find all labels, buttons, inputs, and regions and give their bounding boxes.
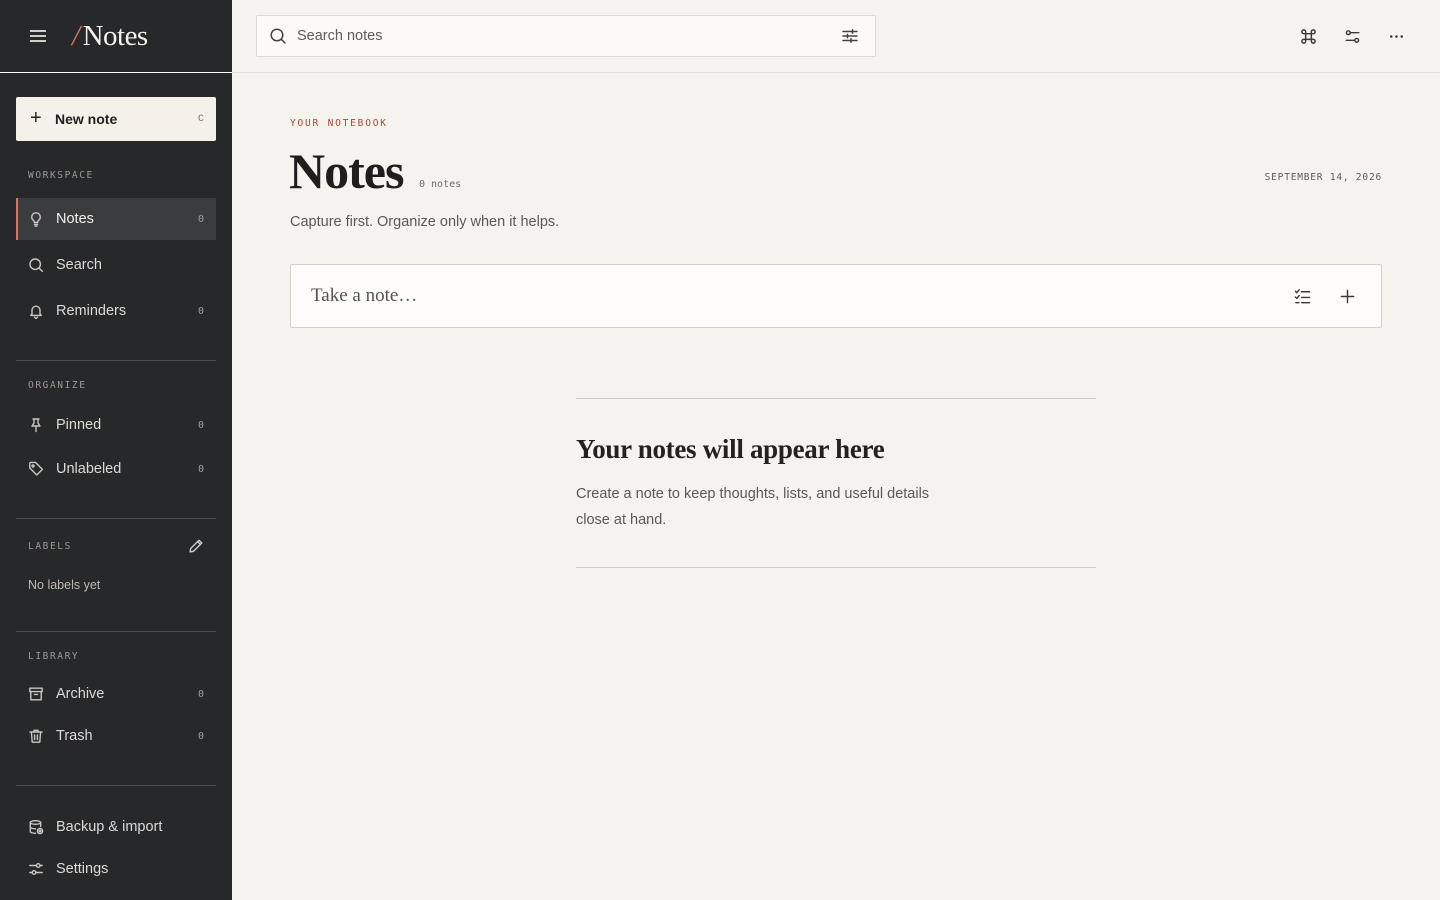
section-title-library: LIBRARY [28,651,80,662]
checklist-icon[interactable] [1292,286,1312,306]
topbar [232,0,1440,73]
sidebar-item-label: Pinned [56,417,102,433]
sidebar-item-notes[interactable]: Notes 0 [16,198,216,240]
menu-icon[interactable] [30,29,46,43]
current-date: SEPTEMBER 14, 2026 [1264,172,1382,183]
app-name: Notes [82,19,149,52]
sidebar-item-label: Trash [56,728,93,744]
page-title: Notes [289,143,404,199]
lightbulb-icon [28,211,44,227]
toggle-settings-icon[interactable] [1342,26,1362,46]
sidebar-item-count: 0 [197,688,204,700]
bell-icon [28,303,44,319]
section-title-organize: ORGANIZE [28,380,87,391]
more-icon[interactable] [1386,26,1406,46]
sidebar-header: / Notes [0,0,232,73]
sidebar-item-count: 0 [197,730,204,742]
sidebar-item-unlabeled[interactable]: Unlabeled 0 [16,448,216,490]
sidebar-divider [16,360,216,361]
sidebar-item-label: Notes [56,211,94,227]
sidebar-item-count: 0 [197,305,204,317]
add-icon[interactable] [1337,286,1357,306]
archive-icon [28,686,44,702]
filter-sliders-icon[interactable] [841,27,859,45]
note-composer[interactable] [290,264,1382,328]
empty-state-bottom-rule [576,567,1096,568]
new-note-button[interactable]: + New note C [16,97,216,141]
sidebar-item-label: Unlabeled [56,461,122,477]
tag-icon [28,461,44,477]
pin-icon [28,417,44,433]
empty-state-title: Your notes will appear here [576,434,885,464]
sidebar-item-pinned[interactable]: Pinned 0 [16,404,216,446]
section-title-workspace: WORKSPACE [28,170,94,181]
logo-slash: / [72,19,80,52]
sidebar-item-label: Backup & import [56,819,163,835]
sidebar-item-count: 0 [197,463,204,475]
sidebar-item-search[interactable]: Search [16,244,216,286]
sidebar-item-trash[interactable]: Trash 0 [16,715,216,757]
sliders-icon [28,861,44,877]
sidebar-divider [16,631,216,632]
sidebar: / Notes + New note C WORKSPACE Notes 0 S… [0,0,232,900]
sidebar-item-settings[interactable]: Settings [16,848,216,890]
database-icon [28,819,44,835]
take-note-input[interactable] [311,285,1267,307]
plus-icon: + [30,107,42,129]
sidebar-item-label: Reminders [56,303,127,319]
sidebar-item-backup-import[interactable]: Backup & import [16,806,216,848]
sidebar-item-archive[interactable]: Archive 0 [16,673,216,715]
edit-labels-pencil-icon[interactable] [188,538,206,556]
note-count: 0 notes [419,179,462,190]
section-title-labels: LABELS [28,541,72,552]
sidebar-item-label: Settings [56,861,109,877]
app-logo: / Notes [72,20,148,53]
new-note-label: New note [55,111,118,127]
search-bar[interactable] [256,15,876,57]
command-icon[interactable] [1298,26,1318,46]
search-icon [269,27,287,45]
sidebar-item-label: Search [56,257,102,273]
empty-state-text: Create a note to keep thoughts, lists, a… [576,486,930,528]
sidebar-item-reminders[interactable]: Reminders 0 [16,290,216,332]
sidebar-divider [16,518,216,519]
no-labels-text: No labels yet [28,578,101,592]
sidebar-divider [16,785,216,786]
sidebar-item-count: 0 [197,213,204,225]
sidebar-item-count: 0 [197,419,204,431]
trash-icon [28,728,44,744]
eyebrow-label: YOUR NOTEBOOK [290,118,388,129]
page-subtitle: Capture first. Organize only when it hel… [290,214,560,230]
new-note-shortcut: C [197,113,204,125]
sidebar-item-label: Archive [56,686,105,702]
empty-state-top-rule [576,398,1096,399]
search-icon [28,257,44,273]
search-input[interactable] [297,28,841,44]
